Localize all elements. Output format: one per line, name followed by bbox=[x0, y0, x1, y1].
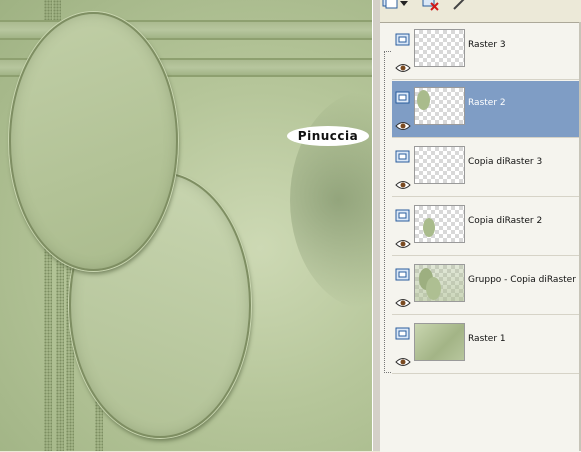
dotted-strip bbox=[53, 0, 61, 20]
visibility-eye-icon[interactable] bbox=[395, 58, 411, 77]
layer-row-copia-raster-2[interactable]: Copia diRaster 2 bbox=[392, 199, 579, 256]
layer-row-copia-raster-3[interactable]: Copia diRaster 3 bbox=[392, 140, 579, 197]
panel-splitter[interactable] bbox=[372, 0, 380, 451]
edit-icon[interactable] bbox=[452, 0, 468, 12]
layer-name: Raster 2 bbox=[468, 98, 506, 108]
raster-layer-icon bbox=[395, 32, 411, 51]
layer-name: Gruppo - Copia diRaster 1 bbox=[468, 275, 581, 285]
layer-name: Copia diRaster 2 bbox=[468, 216, 543, 226]
group-layer-icon bbox=[395, 267, 411, 286]
layer-thumbnail bbox=[414, 87, 465, 125]
layers-toolbar bbox=[380, 0, 581, 14]
group-tree-line bbox=[384, 51, 391, 373]
layer-row-raster-2[interactable]: Raster 2 bbox=[392, 81, 579, 138]
layer-row-raster-1[interactable]: Raster 1 bbox=[392, 317, 579, 374]
layer-row-gruppo[interactable]: Gruppo - Copia diRaster 1 bbox=[392, 258, 581, 315]
layer-list[interactable]: Raster 3 Raster 2 Copia diRaster 3 Copia… bbox=[380, 22, 581, 452]
layer-thumbnail bbox=[414, 323, 465, 361]
raster-layer-icon bbox=[395, 326, 411, 345]
canvas-shadow bbox=[290, 90, 372, 310]
oval-frame-upper bbox=[9, 12, 178, 271]
layer-name: Raster 3 bbox=[468, 40, 506, 50]
raster-layer-icon bbox=[395, 90, 411, 109]
raster-layer-icon bbox=[395, 149, 411, 168]
layer-row-raster-3[interactable]: Raster 3 bbox=[392, 23, 579, 80]
visibility-eye-icon[interactable] bbox=[395, 116, 411, 135]
layer-name: Copia diRaster 3 bbox=[468, 157, 543, 167]
layer-thumbnail bbox=[414, 146, 465, 184]
delete-layer-icon[interactable] bbox=[422, 0, 440, 12]
layers-palette: Raster 3 Raster 2 Copia diRaster 3 Copia… bbox=[380, 0, 581, 452]
visibility-eye-icon[interactable] bbox=[395, 234, 411, 253]
layer-name: Raster 1 bbox=[468, 334, 506, 344]
visibility-eye-icon[interactable] bbox=[395, 175, 411, 194]
new-layer-icon[interactable] bbox=[382, 0, 398, 12]
layer-thumbnail bbox=[414, 205, 465, 243]
layer-thumbnail bbox=[414, 29, 465, 67]
dropdown-arrow-icon[interactable] bbox=[400, 0, 408, 12]
layer-thumbnail bbox=[414, 264, 465, 302]
image-canvas[interactable]: Pinuccia bbox=[0, 0, 372, 451]
raster-layer-icon bbox=[395, 208, 411, 227]
visibility-eye-icon[interactable] bbox=[395, 293, 411, 312]
watermark-logo: Pinuccia bbox=[287, 126, 369, 146]
dotted-strip bbox=[44, 0, 52, 20]
visibility-eye-icon[interactable] bbox=[395, 352, 411, 371]
